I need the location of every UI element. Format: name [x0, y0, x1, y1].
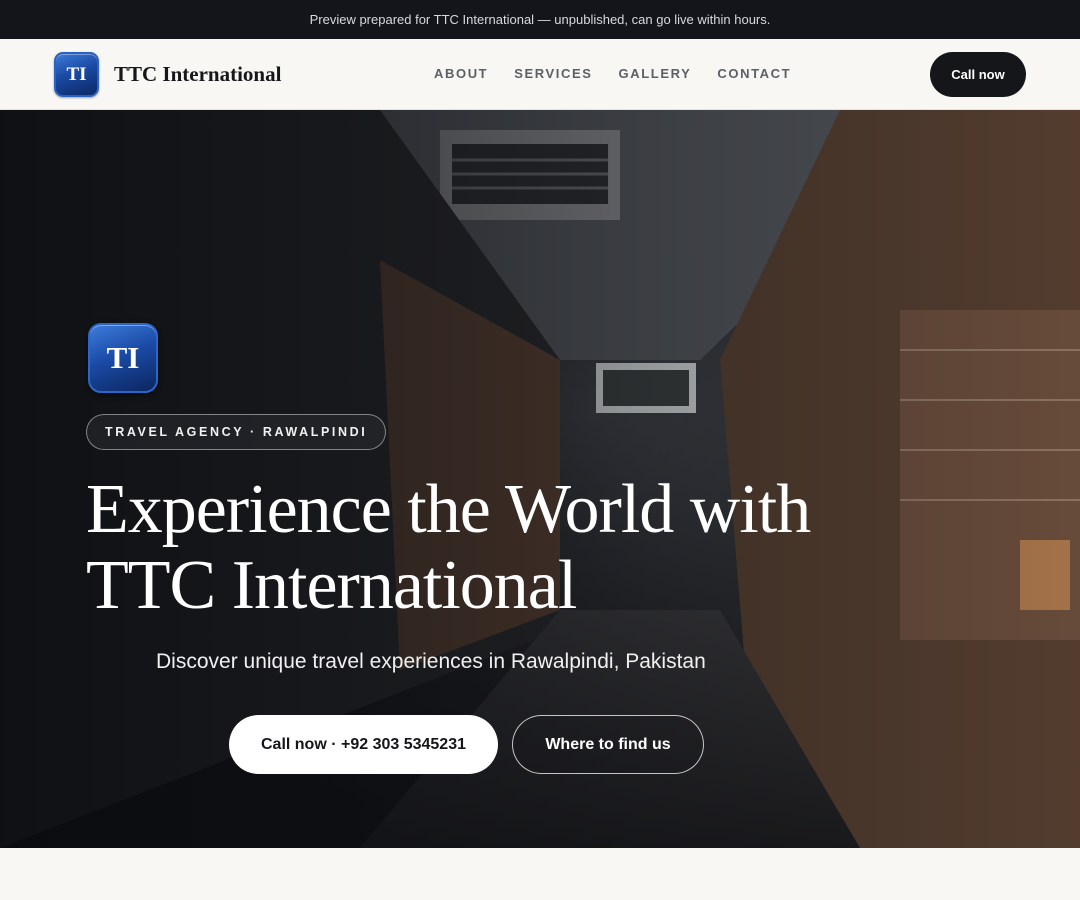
- nav-link-services[interactable]: SERVICES: [514, 66, 592, 81]
- call-now-phone-button[interactable]: Call now · +92 303 5345231: [229, 715, 498, 774]
- hero-subtitle: Discover unique travel experiences in Ra…: [156, 650, 706, 673]
- brand-name: TTC International: [114, 62, 282, 86]
- hero-headline-line2: TTC International: [86, 547, 577, 624]
- where-to-find-us-button[interactable]: Where to find us: [512, 715, 704, 774]
- main-nav: ABOUT SERVICES GALLERY CONTACT: [434, 66, 817, 81]
- hero-section: TI TRAVEL AGENCY · RAWALPINDI Experience…: [0, 110, 1080, 848]
- preview-banner: Preview prepared for TTC International —…: [0, 0, 1080, 39]
- nav-link-gallery[interactable]: GALLERY: [619, 66, 692, 81]
- hero-headline: Experience the World with TTC Internatio…: [86, 472, 906, 624]
- preview-banner-text: Preview prepared for TTC International —…: [309, 12, 771, 27]
- nav-link-about[interactable]: ABOUT: [434, 66, 488, 81]
- brand-link[interactable]: TI TTC International: [54, 52, 281, 97]
- logo-icon: TI: [54, 52, 99, 97]
- site-header: TI TTC International ABOUT SERVICES GALL…: [0, 39, 1080, 110]
- hero-headline-line1: Experience the World with: [86, 471, 811, 548]
- header-call-button[interactable]: Call now: [930, 52, 1026, 97]
- nav-link-contact[interactable]: CONTACT: [717, 66, 791, 81]
- category-tag: TRAVEL AGENCY · RAWALPINDI: [86, 414, 387, 450]
- hero-logo-icon: TI: [88, 323, 158, 393]
